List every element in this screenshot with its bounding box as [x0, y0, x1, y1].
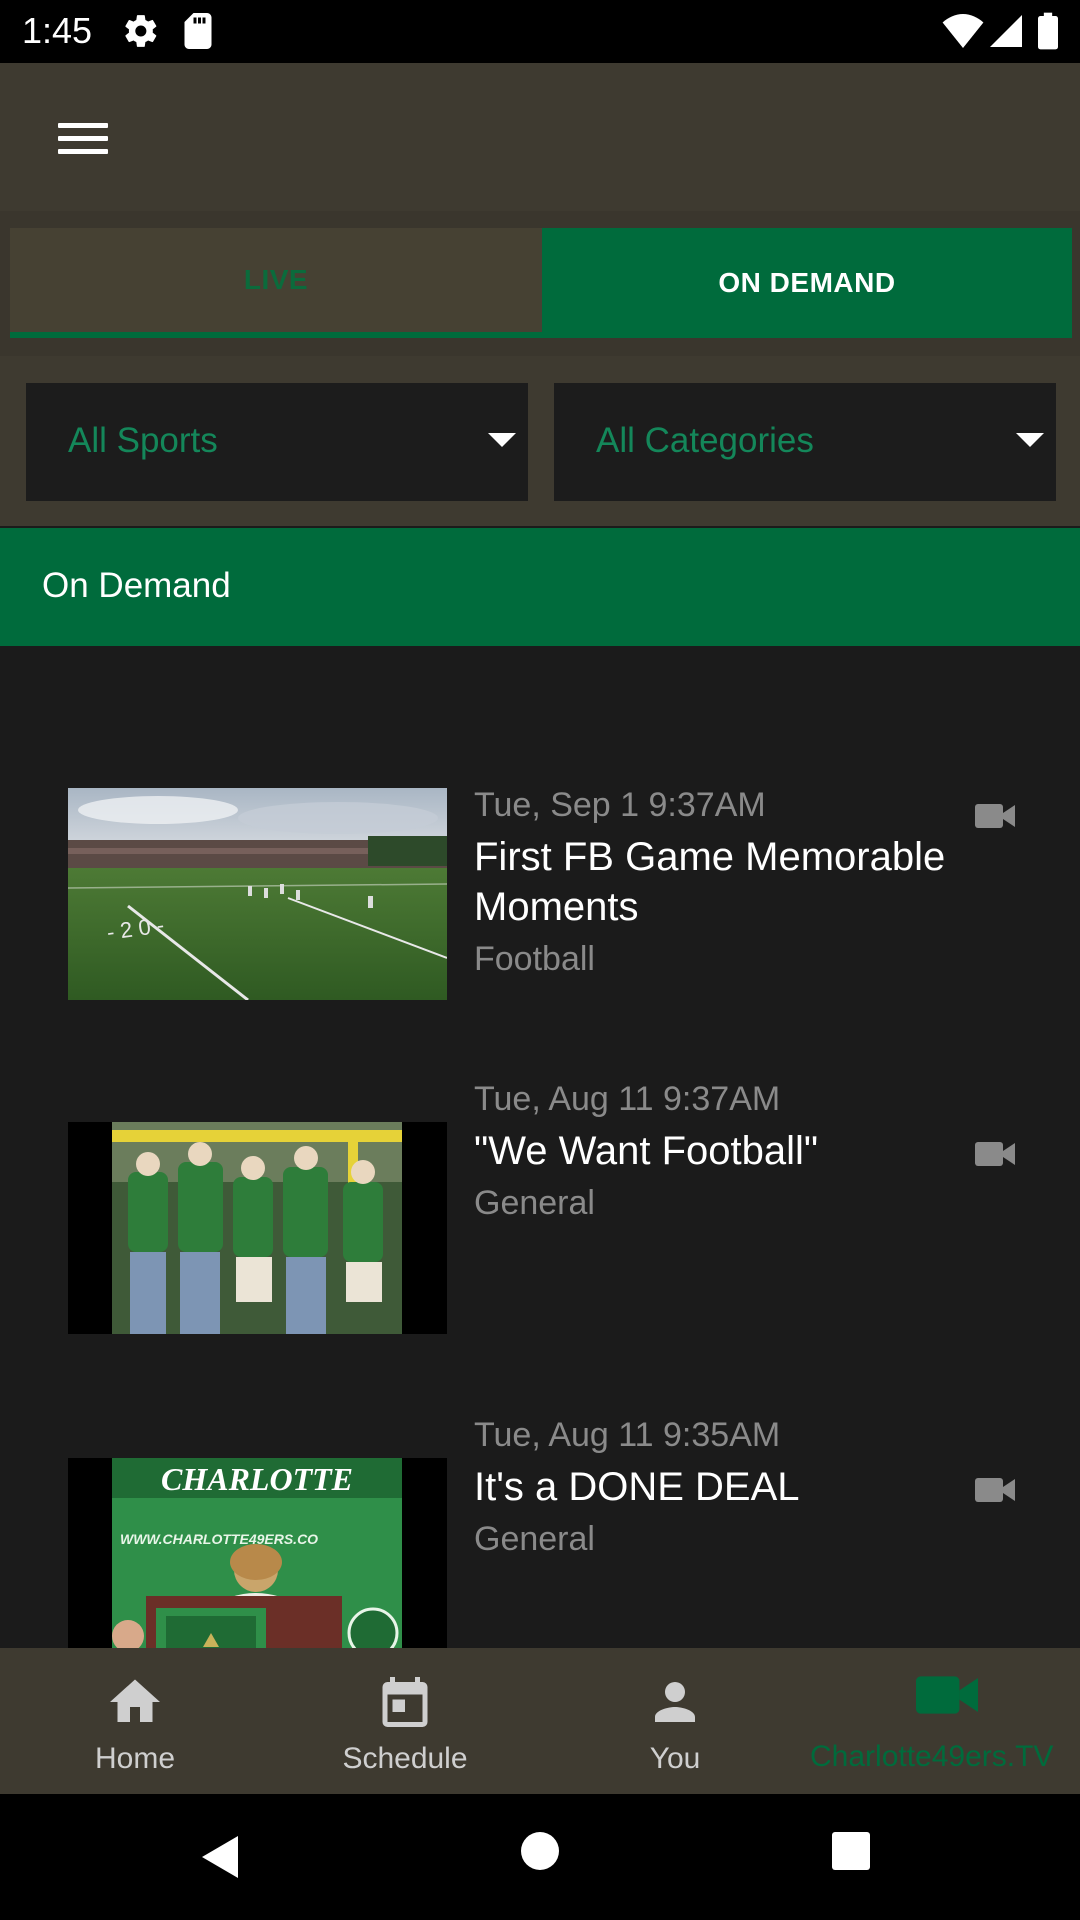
video-category: General [474, 1520, 595, 1558]
battery-icon [1038, 12, 1058, 50]
thumbnail-banner-text: CHARLOTTE [161, 1461, 353, 1497]
gear-icon [125, 15, 157, 47]
video-title: First FB Game Memorable Moments [474, 835, 946, 929]
tab-on-demand[interactable]: ON DEMAND [542, 228, 1072, 338]
dropdown-arrow-icon [488, 433, 516, 447]
video-meta: Tue, Aug 11 9:35AM It's a DONE DEAL Gene… [474, 1414, 994, 1560]
system-nav-bar [0, 1794, 1080, 1920]
video-title: "We Want Football" [474, 1129, 819, 1173]
video-meta: Tue, Aug 11 9:37AM "We Want Football" Ge… [474, 1078, 994, 1224]
signal-icon [990, 15, 1022, 47]
list-item[interactable]: Tue, Aug 11 9:37AM "We Want Football" Ge… [0, 1078, 1080, 1378]
dropdown-arrow-icon [1016, 433, 1044, 447]
list-item[interactable]: - 2 0 - Tue, Sep 1 9:37AM First FB Game … [0, 742, 1080, 1042]
nav-charlotte49ers-tv[interactable]: Charlotte49ers.TV [810, 1648, 1080, 1794]
section-title: On Demand [42, 566, 231, 605]
sports-dropdown-value: All Sports [68, 421, 218, 460]
app-bar [0, 63, 1080, 211]
video-camera-icon [975, 1142, 1015, 1166]
video-camera-icon [916, 1676, 978, 1714]
nav-you[interactable]: You [540, 1648, 810, 1794]
video-date: Tue, Aug 11 9:35AM [474, 1416, 781, 1454]
status-time: 1:45 [22, 10, 93, 51]
thumbnail-url-text: WWW.CHARLOTTE49ERS.CO [120, 1531, 318, 1547]
nav-schedule-label: Schedule [342, 1742, 468, 1775]
nav-home[interactable]: Home [0, 1648, 270, 1794]
categories-dropdown[interactable]: All Categories [554, 383, 1056, 501]
video-list[interactable]: - 2 0 - Tue, Sep 1 9:37AM First FB Game … [0, 646, 1080, 1648]
list-item[interactable]: CHARLOTTE WWW.CHARLOTTE49ERS.CO Tue, Aug… [0, 1414, 1080, 1648]
nav-home-label: Home [94, 1742, 176, 1775]
video-camera-icon [975, 1478, 1015, 1502]
nav-schedule[interactable]: Schedule [270, 1648, 540, 1794]
back-icon[interactable] [200, 1834, 240, 1880]
video-category: Football [474, 940, 595, 978]
video-title: It's a DONE DEAL [474, 1465, 800, 1509]
status-bar: 1:45 [0, 0, 1080, 63]
nav-charlotte49ers-tv-label: Charlotte49ers.TV [810, 1740, 1054, 1773]
video-category: General [474, 1184, 595, 1222]
tab-live[interactable]: LIVE [10, 228, 542, 338]
video-camera-icon [975, 804, 1015, 828]
video-date: Tue, Aug 11 9:37AM [474, 1080, 781, 1118]
video-meta: Tue, Sep 1 9:37AM First FB Game Memorabl… [474, 784, 994, 980]
video-thumbnail[interactable]: CHARLOTTE WWW.CHARLOTTE49ERS.CO [68, 1458, 447, 1648]
person-icon [655, 1682, 695, 1722]
video-thumbnail[interactable] [68, 1122, 447, 1334]
home-circle-icon[interactable] [521, 1832, 559, 1870]
video-thumbnail[interactable]: - 2 0 - [68, 788, 447, 1000]
categories-dropdown-value: All Categories [596, 421, 814, 460]
section-header: On Demand [0, 528, 1080, 646]
sd-card-icon [184, 13, 212, 49]
bottom-nav: Home Schedule You Charlotte49ers.TV [0, 1648, 1080, 1794]
video-date: Tue, Sep 1 9:37AM [474, 786, 766, 824]
nav-you-label: You [649, 1742, 701, 1775]
sports-dropdown[interactable]: All Sports [26, 383, 528, 501]
wifi-icon [942, 14, 984, 48]
calendar-icon [382, 1677, 428, 1727]
hamburger-menu-icon[interactable] [46, 105, 122, 169]
recent-apps-icon[interactable] [832, 1832, 870, 1870]
home-icon [110, 1679, 160, 1722]
